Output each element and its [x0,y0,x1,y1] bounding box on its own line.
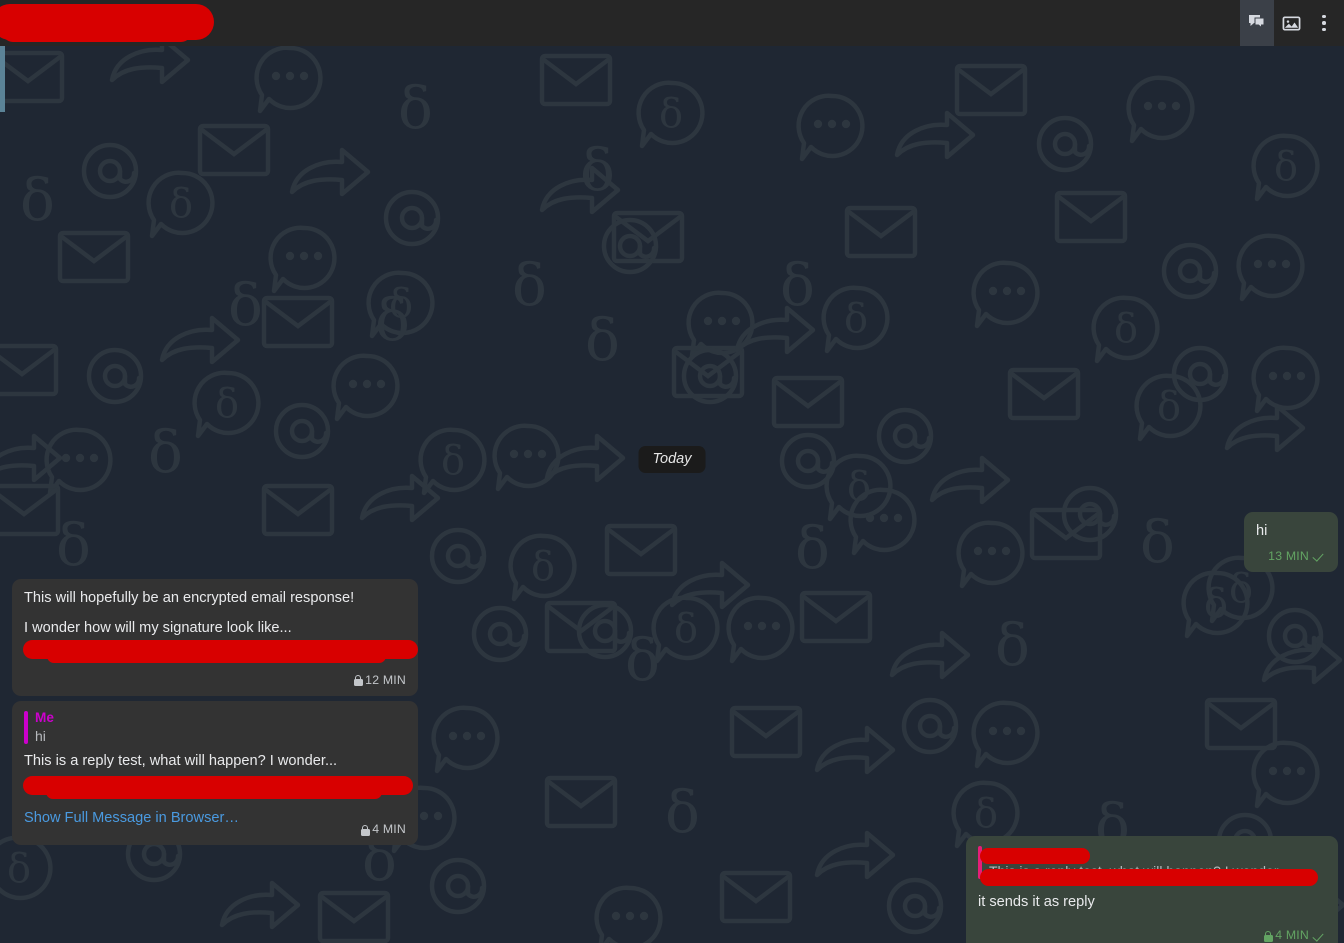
timestamp: 4 MIN [1275,928,1309,943]
redacted-chat-title [0,4,214,42]
message-bubble-incoming[interactable]: This will hopefully be an encrypted emai… [12,579,418,696]
lock-icon [352,675,363,687]
redacted-quote-line [980,869,1318,886]
message-meta: 12 MIN [24,672,406,690]
chat-title-area[interactable] [0,0,1240,46]
dot [1322,27,1326,32]
app-header [0,0,1344,46]
redacted-signature [23,776,413,800]
header-actions [1240,0,1344,46]
quote-text: hi [35,727,46,744]
timestamp: 12 MIN [365,673,406,687]
message-list[interactable]: δ δ [0,46,1344,943]
gallery-icon[interactable] [1274,0,1308,46]
message-line-1: This will hopefully be an encrypted emai… [24,590,355,606]
delivered-check-icon [1313,930,1326,943]
chat-app-window: δ δ [0,0,1344,943]
lock-icon [359,824,370,836]
message-meta: 13 MIN [1256,548,1326,566]
message-bubble-outgoing-reply[interactable]: This is a reply test, what will happen? … [966,836,1338,943]
scroll-indicator-strip[interactable] [0,44,5,112]
message-bubble-incoming-reply[interactable]: Me hi This is a reply test, what will ha… [12,701,418,845]
redacted-signature [23,640,418,663]
date-divider: Today [638,446,706,473]
message-bubble-outgoing[interactable]: hi 13 MIN [1244,512,1338,572]
dot [1322,21,1326,25]
timestamp: 4 MIN [372,822,406,837]
quoted-message[interactable]: Me hi [24,710,406,745]
more-menu-icon[interactable] [1308,0,1344,46]
delivered-check-icon [1313,550,1326,563]
message-text: This is a reply test, what will happen? … [24,753,338,770]
quote-author: Me [35,710,54,725]
message-line-2: I wonder how will my signature look like… [24,620,292,636]
timestamp: 13 MIN [1268,549,1309,563]
message-text: hi [1256,523,1268,539]
message-meta: 4 MIN [978,927,1326,943]
message-text: it sends it as reply [978,894,1095,911]
messages-icon[interactable] [1240,0,1274,46]
redacted-quote-author [980,848,1090,864]
lock-icon [1262,930,1273,942]
dot [1322,14,1326,19]
